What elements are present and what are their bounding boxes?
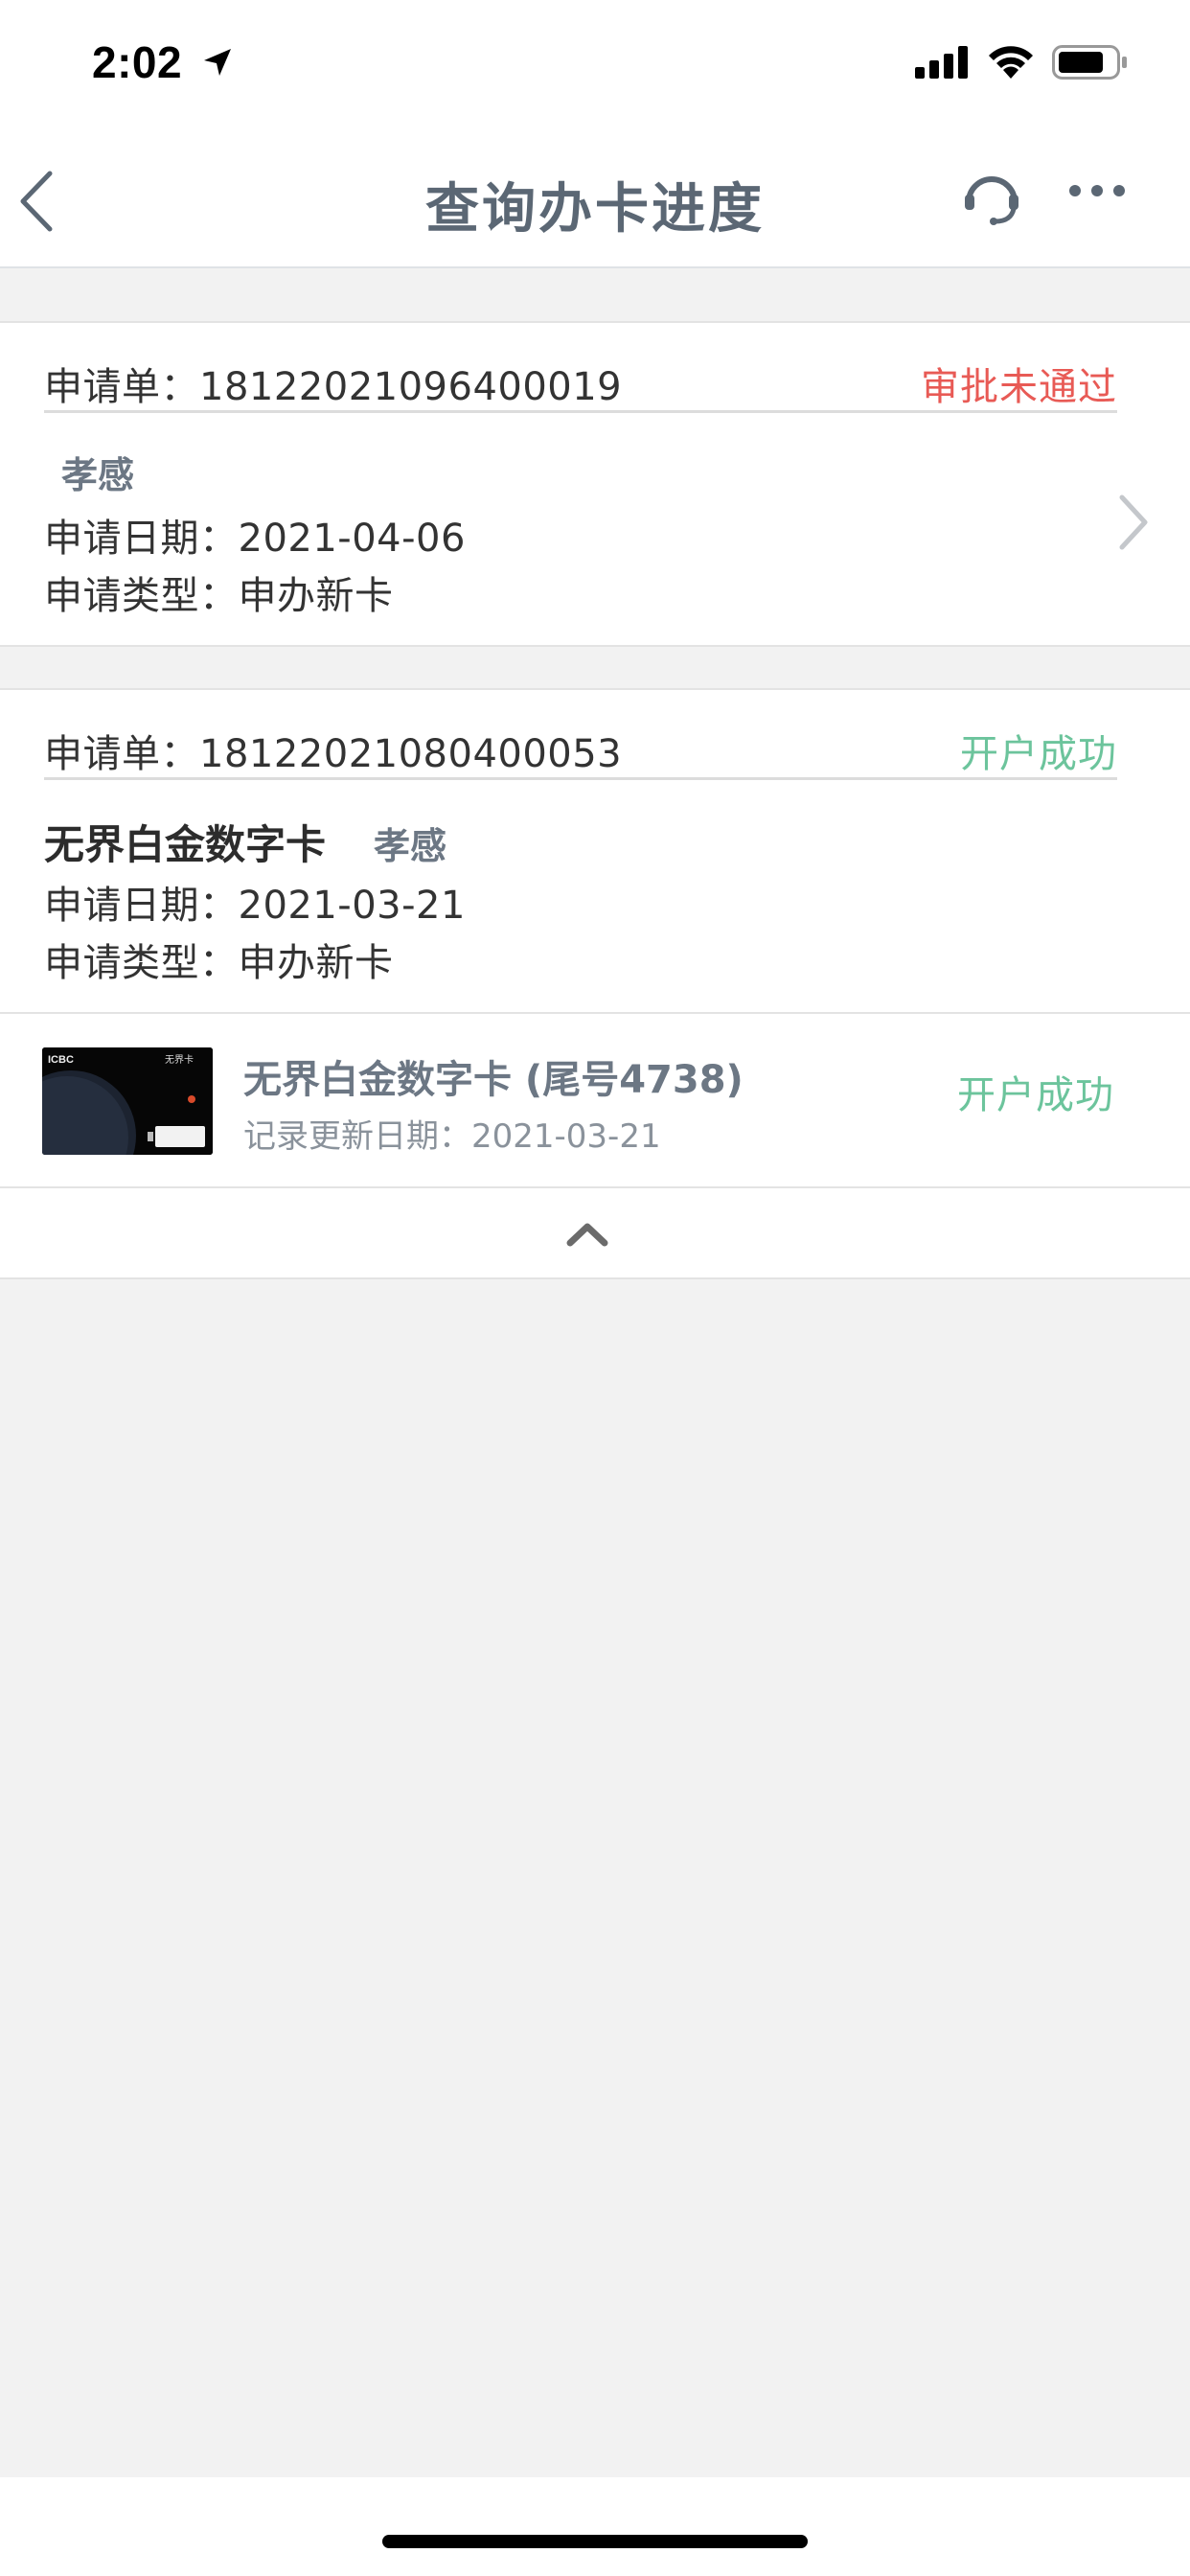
application-type: 申请类型：申办新卡 [44,574,394,618]
collapse-toggle[interactable] [0,1188,1190,1279]
cellular-signal-icon [915,46,971,82]
application-card-name: 无界白金数字卡 [44,821,327,868]
application-card[interactable]: 申请单：18122021096400019 审批未通过 孝感 申请日期：2021… [0,321,1190,647]
more-options-icon[interactable] [1068,183,1126,202]
card-brand-text: 无界卡 [165,1053,194,1066]
card-detail-title: 无界白金数字卡 (尾号4738) [243,1058,744,1102]
card-detail-row[interactable]: ICBC 无界卡 无界白金数字卡 (尾号4738) 记录更新日期：2021-03… [0,1014,1190,1188]
card-detail-updated-date: 记录更新日期：2021-03-21 [243,1117,661,1156]
customer-service-headset-icon[interactable] [961,166,1022,231]
application-status: 开户成功 [960,732,1117,776]
application-number: 申请单：18122021096400019 [44,365,623,409]
status-time: 2:02 [92,37,183,87]
card-detail-status: 开户成功 [957,1073,1114,1117]
application-card[interactable]: 申请单：18122021080400053 开户成功 无界白金数字卡 孝感 申请… [0,688,1190,1014]
home-indicator-area [0,2477,1190,2576]
card-thumbnail-image: ICBC 无界卡 [42,1047,213,1155]
application-header: 申请单：18122021096400019 审批未通过 [44,336,1117,413]
application-city: 孝感 [374,825,447,867]
location-arrow-icon [201,46,234,82]
navigation-bar: 查询办卡进度 [0,129,1190,268]
card-logo-text: ICBC [48,1054,74,1066]
battery-icon [1052,45,1129,83]
application-date: 申请日期：2021-03-21 [44,884,466,928]
application-type: 申请类型：申办新卡 [44,941,394,985]
application-city: 孝感 [61,454,135,496]
chevron-up-icon[interactable] [565,1219,609,1252]
application-date: 申请日期：2021-04-06 [44,517,466,561]
application-number: 申请单：18122021080400053 [44,732,623,776]
status-bar: 2:02 [0,0,1190,129]
application-status: 审批未通过 [921,365,1117,409]
chevron-right-icon[interactable] [1116,494,1151,555]
application-header: 申请单：18122021080400053 开户成功 [44,703,1117,780]
home-indicator[interactable] [382,2535,808,2548]
wifi-icon [987,42,1035,82]
